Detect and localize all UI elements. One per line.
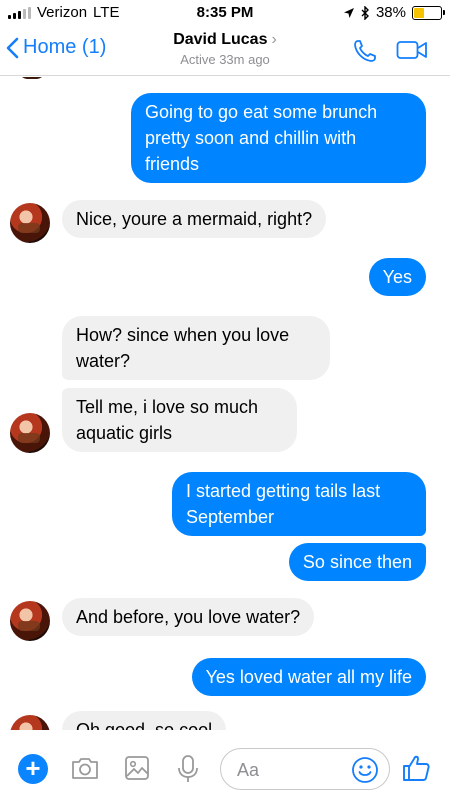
contact-avatar[interactable] xyxy=(10,715,50,730)
smiley-icon xyxy=(352,757,378,783)
video-call-button[interactable] xyxy=(396,40,428,65)
message-bubble-incoming[interactable]: Nice, youre a mermaid, right? xyxy=(62,200,327,238)
image-icon xyxy=(125,756,149,780)
battery-icon xyxy=(412,5,445,20)
location-arrow-icon xyxy=(343,7,354,18)
chevron-right-icon: › xyxy=(271,31,277,48)
message-bubble-incoming[interactable]: And before, you love water? xyxy=(62,598,315,636)
camera-button[interactable] xyxy=(70,754,100,787)
bluetooth-icon xyxy=(361,5,369,20)
message-bubble-incoming[interactable]: Tell me, i love so much aquatic girls xyxy=(62,388,297,452)
message-bubble-outgoing[interactable]: Yes loved water all my life xyxy=(191,658,426,696)
battery-percent: 38% xyxy=(375,4,406,21)
message-bubble-outgoing[interactable]: So since then xyxy=(288,543,426,581)
status-icons: 38% xyxy=(343,4,445,21)
message-bubble-outgoing[interactable]: Yes xyxy=(368,258,426,296)
message-bubble-outgoing[interactable]: I started getting tails last September xyxy=(172,472,426,536)
message-thread[interactable]: Going to go eat some brunch pretty soon … xyxy=(0,77,450,730)
like-button[interactable] xyxy=(400,752,432,789)
microphone-icon xyxy=(178,755,198,782)
battery-level xyxy=(414,7,424,18)
message-bubble-incoming[interactable]: Oh good, so cool xyxy=(62,711,227,730)
contact-name: David Lucas xyxy=(173,31,268,48)
contact-avatar[interactable] xyxy=(10,203,50,243)
phone-icon xyxy=(354,40,376,62)
voice-call-button[interactable] xyxy=(352,38,378,69)
video-camera-icon xyxy=(396,41,427,59)
plus-icon[interactable]: + xyxy=(18,754,48,784)
contact-info[interactable]: David Lucas › Active 33m ago xyxy=(0,31,450,67)
message-bubble-incoming[interactable]: How? since when you love water? xyxy=(62,316,330,380)
avatar-partial xyxy=(18,77,46,79)
voice-record-button[interactable] xyxy=(176,754,200,789)
message-input[interactable] xyxy=(237,758,347,782)
emoji-button[interactable] xyxy=(351,756,379,789)
gallery-button[interactable] xyxy=(124,754,150,787)
message-bubble-outgoing[interactable]: Going to go eat some brunch pretty soon … xyxy=(131,93,426,183)
status-bar: Verizon LTE 8:35 PM 38% xyxy=(0,0,450,26)
camera-icon xyxy=(72,758,98,779)
conversation-header: Home (1) David Lucas › Active 33m ago xyxy=(0,26,450,76)
contact-active-status: Active 33m ago xyxy=(180,52,270,67)
thumbs-up-icon xyxy=(403,755,430,781)
message-input-container[interactable] xyxy=(220,748,390,790)
contact-avatar[interactable] xyxy=(10,413,50,453)
contact-avatar[interactable] xyxy=(10,601,50,641)
message-composer: + xyxy=(0,740,450,800)
